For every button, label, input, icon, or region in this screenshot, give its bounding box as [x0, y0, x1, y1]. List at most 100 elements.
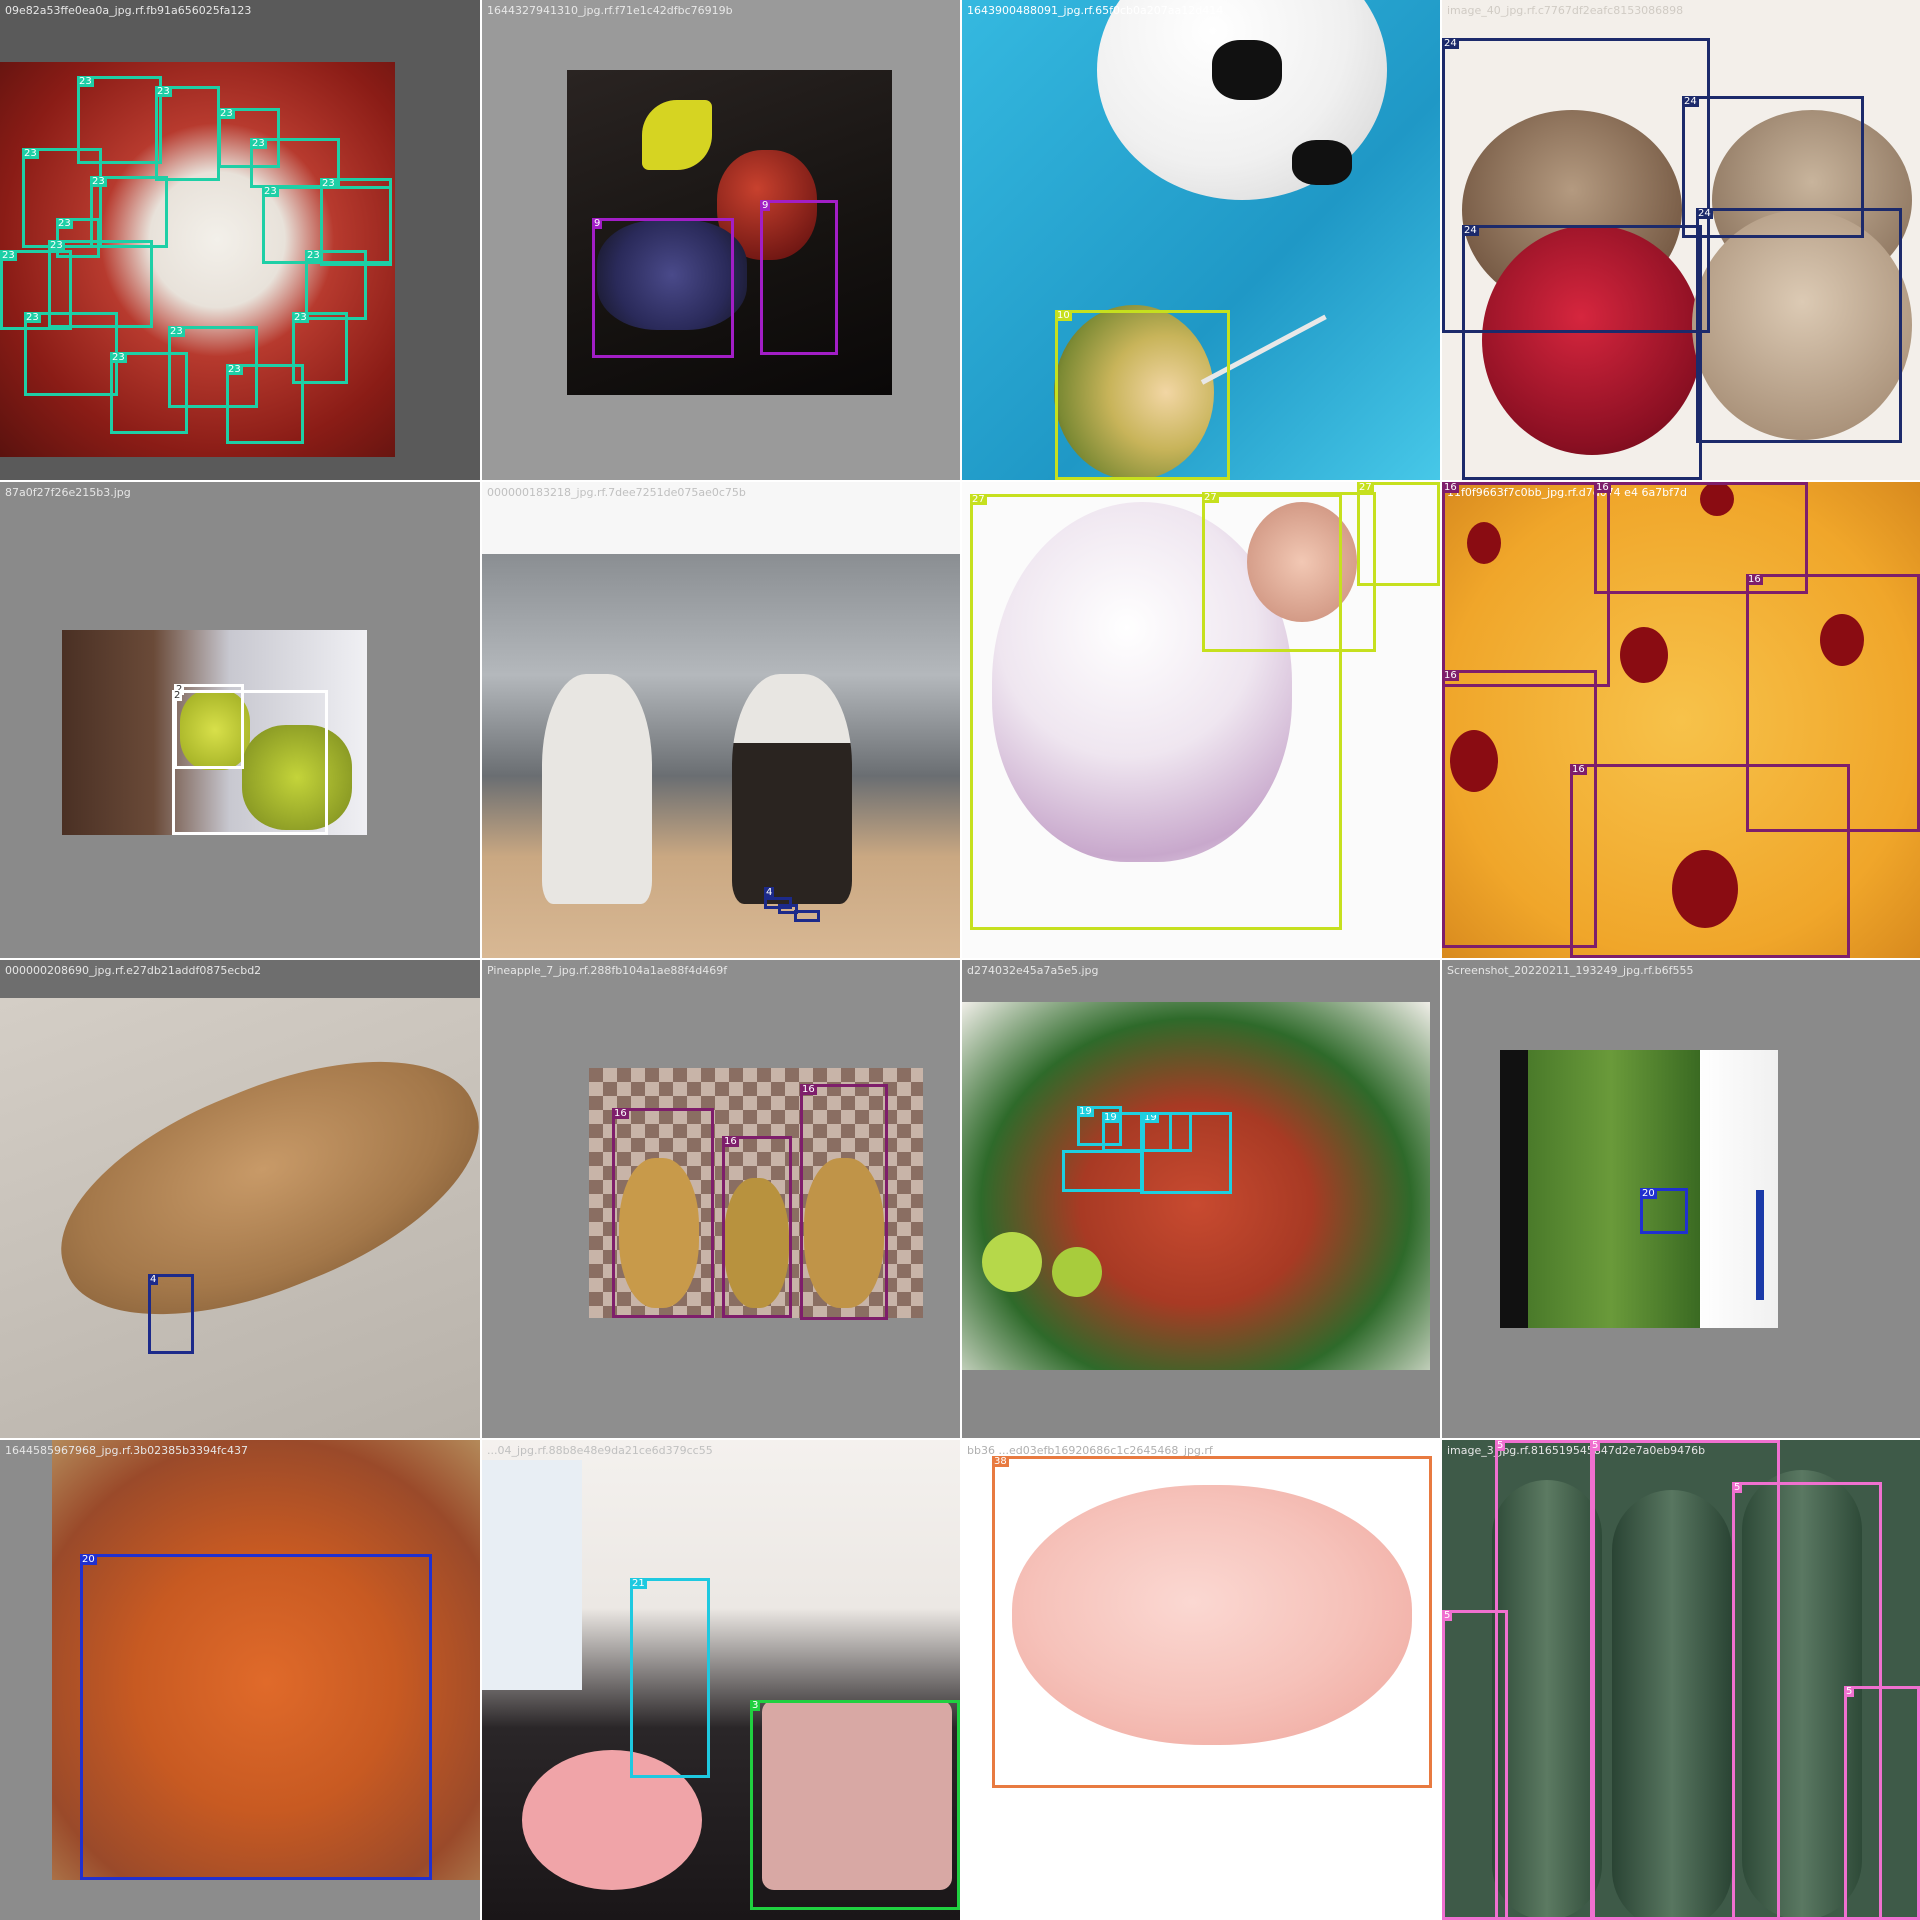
bbox-4	[794, 910, 820, 922]
bbox-2: 2	[172, 690, 328, 835]
bbox-label: 23	[305, 250, 322, 261]
bbox-label: 5	[1590, 1440, 1601, 1451]
bbox-20: 20	[80, 1554, 432, 1880]
side-bar-shape	[1756, 1190, 1764, 1300]
bbox-label: 21	[630, 1578, 647, 1589]
bbox-label: 24	[1442, 38, 1459, 49]
tile-pool: 1643900488091_jpg.rf.65f0cb0a207aa12d414…	[962, 0, 1440, 480]
tile-phone-screenshot: Screenshot_20220211_193249_jpg.rf.b6f555…	[1442, 960, 1920, 1438]
bbox-24: 24	[1462, 225, 1702, 480]
bbox-3: 3	[750, 1700, 960, 1910]
tile-bananas: 87a0f27f26e215b3.jpg 2 2	[0, 482, 480, 958]
bbox-label: 5	[1495, 1440, 1506, 1451]
bbox-label: 4	[148, 1274, 159, 1285]
bbox-label: 5	[1844, 1686, 1855, 1697]
bbox-label: 24	[1462, 225, 1479, 236]
bbox-label: 3	[750, 1700, 761, 1711]
tile-filename: d274032e45a7a5e5.jpg	[967, 964, 1099, 977]
bbox-label: 23	[226, 364, 243, 375]
bbox-label: 20	[1640, 1188, 1657, 1199]
bbox-23: 23	[226, 364, 304, 444]
tile-pineapples: Pineapple_7_jpg.rf.288fb104a1ae88f4d469f…	[482, 960, 960, 1438]
bbox-27: 27	[1357, 482, 1440, 586]
bbox-label: 23	[24, 312, 41, 323]
baguette-shape	[28, 1012, 480, 1364]
soccer-ball-patch	[1292, 140, 1352, 185]
tile-garlic: 27 27 27	[962, 482, 1440, 958]
bbox-5: 5	[1844, 1686, 1920, 1920]
bbox-label: 23	[218, 108, 235, 119]
bbox-23: 23	[305, 250, 367, 320]
bbox-label: 23	[56, 218, 73, 229]
tile-cake: 11f0f9663f7c0bb_jpg.rf.d7d074 e4 6a7bf7d…	[1442, 482, 1920, 958]
bbox-label: 2	[172, 690, 183, 701]
bbox-label: 23	[90, 176, 107, 187]
bbox-27: 27	[1202, 492, 1376, 652]
bbox-19	[1140, 1112, 1232, 1194]
bbox-label: 27	[1357, 482, 1374, 493]
bbox-label: 23	[77, 76, 94, 87]
lime-shape	[982, 1232, 1042, 1292]
bbox-label: 9	[760, 200, 771, 211]
bbox-label: 24	[1682, 96, 1699, 107]
bbox-9: 9	[760, 200, 838, 355]
bbox-24: 24	[1696, 208, 1902, 443]
bbox-label: 38	[992, 1456, 1009, 1467]
tile-beets: image_40_jpg.rf.c7767df2eafc8153086898 2…	[1442, 0, 1920, 480]
bbox-16: 16	[1442, 482, 1610, 687]
bbox-label: 9	[592, 218, 603, 229]
phone-screen	[1500, 1050, 1778, 1328]
bbox-4: 4	[148, 1274, 194, 1354]
bbox-16: 16	[800, 1084, 888, 1320]
bbox-label: 16	[800, 1084, 817, 1095]
kitchen-photo	[482, 554, 960, 958]
bbox-label: 23	[168, 326, 185, 337]
bbox-5: 5	[1442, 1610, 1508, 1920]
bbox-10: 10	[1055, 310, 1230, 480]
bbox-21: 21	[630, 1578, 710, 1778]
bbox-label: 5	[1732, 1482, 1743, 1493]
tile-filename: image_40_jpg.rf.c7767df2eafc8153086898	[1447, 4, 1684, 17]
bbox-label: 4	[764, 887, 775, 898]
bbox-label: 5	[1442, 1610, 1453, 1621]
milk-carton-shape	[482, 1460, 582, 1690]
bbox-label: 19	[1077, 1106, 1094, 1117]
bbox-label: 23	[48, 240, 65, 251]
bbox-38: 38	[992, 1456, 1432, 1788]
bbox-16: 16	[1570, 764, 1850, 958]
tile-filename: 000000208690_jpg.rf.e27db21addf0875ecbd2	[5, 964, 262, 977]
bbox-23: 23	[24, 312, 118, 396]
image-mosaic: 09e82a53ffe0ea0a_jpg.rf.fb91a656025fa123…	[0, 0, 1920, 1920]
tile-seafood: d274032e45a7a5e5.jpg 19 19 19	[962, 960, 1440, 1438]
bbox-label: 16	[612, 1108, 629, 1119]
tile-kitchen: 000000183218_jpg.rf.7dee7251de075ae0c75b…	[482, 482, 960, 958]
bbox-label: 16	[722, 1136, 739, 1147]
tile-filename: Pineapple_7_jpg.rf.288fb104a1ae88f4d469f	[487, 964, 728, 977]
tile-lychees: 1644585967968_jpg.rf.3b02385b3394fc437 2…	[0, 1440, 480, 1920]
bbox-5: 5	[1495, 1440, 1595, 1920]
bbox-label: 23	[262, 186, 279, 197]
bbox-23: 23	[110, 352, 188, 434]
tile-grapes: 1644327941310_jpg.rf.f71e1c42dfbc76919b …	[482, 0, 960, 480]
bbox-label: 23	[110, 352, 127, 363]
tile-milk: ...04_jpg.rf.88b8e48e9da21ce6d379cc55 21…	[482, 1440, 960, 1920]
bbox-label: 24	[1696, 208, 1713, 219]
tile-cucumbers: image_3_jpg.rf.816519545847d2e7a0eb9476b…	[1442, 1440, 1920, 1920]
tile-filename: 1644585967968_jpg.rf.3b02385b3394fc437	[5, 1444, 248, 1457]
tile-filename: 87a0f27f26e215b3.jpg	[5, 486, 131, 499]
tile-filename: 09e82a53ffe0ea0a_jpg.rf.fb91a656025fa123	[5, 4, 252, 17]
soccer-ball-patch	[1212, 40, 1282, 100]
bbox-label: 27	[1202, 492, 1219, 503]
tile-filename: Screenshot_20220211_193249_jpg.rf.b6f555	[1447, 964, 1694, 977]
bbox-label: 16	[1570, 764, 1587, 775]
bbox-label: 20	[80, 1554, 97, 1565]
bbox-label: 16	[1442, 482, 1459, 493]
bbox-label: 23	[292, 312, 309, 323]
tile-filename: 000000183218_jpg.rf.7dee7251de075ae0c75b	[487, 486, 746, 499]
tile-filename: 1644327941310_jpg.rf.f71e1c42dfbc76919b	[487, 4, 733, 17]
leaf-shape	[642, 100, 712, 170]
sandwich-photo	[0, 998, 480, 1438]
bbox-9: 9	[592, 218, 734, 358]
tile-sandwich: 000000208690_jpg.rf.e27db21addf0875ecbd2…	[0, 960, 480, 1438]
bbox-19	[1062, 1150, 1144, 1192]
